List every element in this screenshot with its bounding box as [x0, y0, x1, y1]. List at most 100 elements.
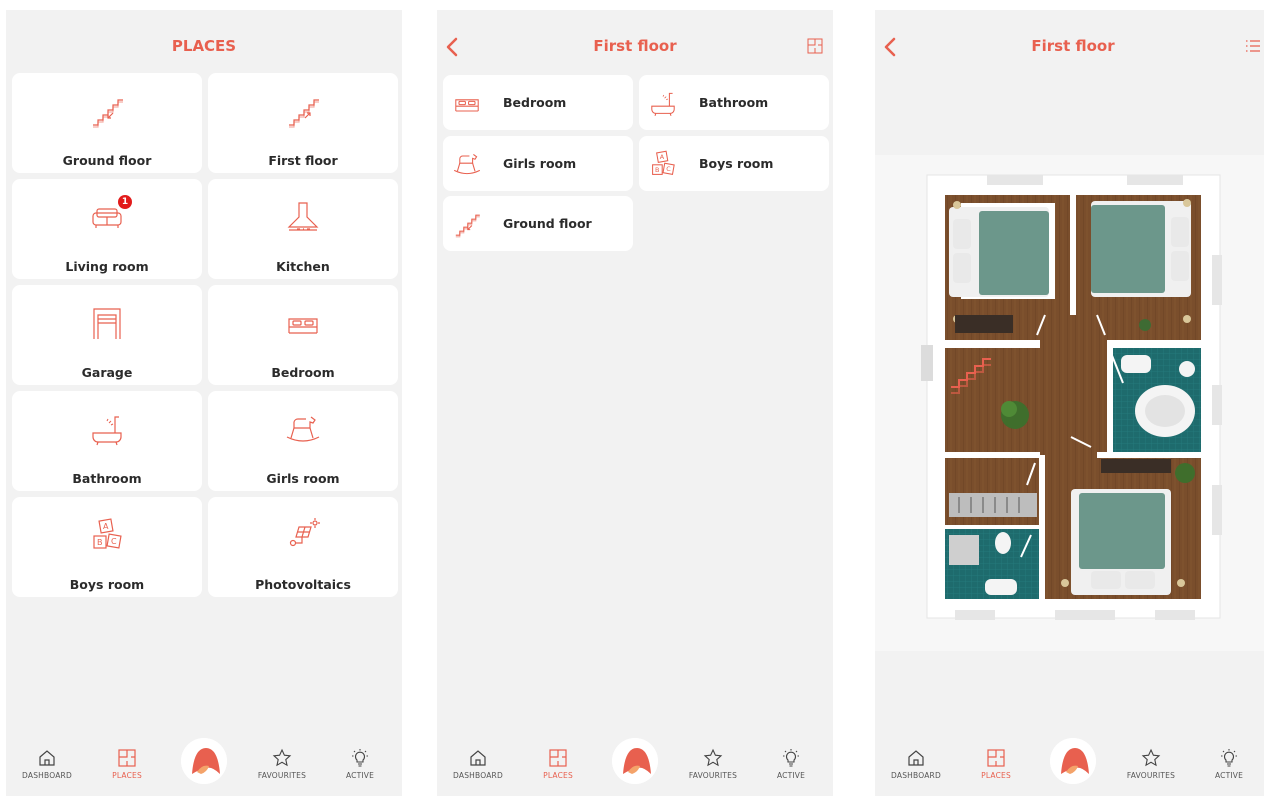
nav-active[interactable]: ACTIVE: [1194, 748, 1264, 780]
star-icon: [272, 748, 292, 767]
nav-favourites[interactable]: FAVOURITES: [247, 748, 317, 780]
star-icon: [1141, 748, 1161, 767]
nav-active[interactable]: ACTIVE: [325, 748, 395, 780]
nav-label: PLACES: [543, 771, 573, 780]
nav-label: FAVOURITES: [257, 771, 307, 780]
home-icon: [470, 750, 486, 766]
nav-label: FAVOURITES: [1126, 771, 1176, 780]
tile-bedroom[interactable]: Bedroom: [208, 285, 398, 385]
nav-favourites[interactable]: FAVOURITES: [1116, 748, 1186, 780]
nav-label: ACTIVE: [776, 771, 806, 780]
home-icon: [908, 750, 924, 766]
nav-favourites[interactable]: FAVOURITES: [678, 748, 748, 780]
tile-label: First floor: [268, 153, 338, 168]
room-label: Girls room: [503, 156, 577, 171]
rocking-horse-icon: [453, 153, 481, 175]
nav-label: DASHBOARD: [22, 771, 72, 780]
notification-badge: 1: [118, 195, 132, 209]
bed-icon: [288, 318, 318, 334]
bottom-nav: DASHBOARD PLACES FAVOURITES ACTIVE: [437, 734, 833, 796]
svg-text:A: A: [103, 522, 109, 531]
nav-places[interactable]: PLACES: [523, 748, 593, 780]
tile-bathroom[interactable]: Bathroom: [12, 391, 202, 491]
stairs-up-icon: [289, 99, 319, 128]
bottom-nav: DASHBOARD PLACES FAVOURITES ACTIVE: [875, 734, 1264, 796]
room-ground-floor[interactable]: Ground floor: [443, 196, 633, 251]
tile-label: Garage: [81, 365, 133, 380]
svg-text:C: C: [666, 165, 671, 173]
abc-blocks-icon: A B C: [652, 150, 675, 175]
tile-kitchen[interactable]: Kitchen: [208, 179, 398, 279]
room-label: Boys room: [699, 156, 774, 171]
list-view-icon[interactable]: [1245, 38, 1261, 54]
tile-girls-room[interactable]: Girls room: [208, 391, 398, 491]
nav-places[interactable]: PLACES: [961, 748, 1031, 780]
stairs-down-icon: [93, 99, 123, 128]
nav-label: DASHBOARD: [453, 771, 503, 780]
svg-text:A: A: [660, 153, 665, 161]
floor-plan-screen: First floor DASHBOARD PLACES FAVOURITES …: [875, 10, 1264, 796]
bulb-icon: [783, 749, 799, 767]
floorplan-view-icon[interactable]: [807, 38, 823, 54]
home-logo-button[interactable]: [1050, 738, 1096, 784]
room-label: Bathroom: [699, 95, 769, 110]
header: First floor: [437, 10, 833, 82]
nav-dashboard[interactable]: DASHBOARD: [12, 748, 82, 780]
solar-panel-icon: [289, 518, 320, 547]
svg-text:B: B: [97, 538, 103, 547]
tile-label: Bathroom: [72, 471, 142, 486]
room-label: Bedroom: [503, 95, 567, 110]
header: First floor: [875, 10, 1264, 82]
floor-plan-area: [875, 155, 1264, 651]
star-icon: [703, 748, 723, 767]
bulb-icon: [1221, 749, 1237, 767]
room-girls-room[interactable]: Girls room: [443, 136, 633, 191]
bed-icon: [455, 99, 479, 112]
tile-garage[interactable]: Garage: [12, 285, 202, 385]
nav-label: FAVOURITES: [688, 771, 738, 780]
floor-plan-image[interactable]: [875, 155, 1264, 651]
range-hood-icon: [287, 202, 319, 231]
abc-blocks-icon: A B C: [93, 518, 122, 549]
nav-places[interactable]: PLACES: [92, 748, 162, 780]
floorplan-icon: [987, 749, 1005, 767]
tile-label: Ground floor: [62, 153, 152, 168]
tile-first-floor[interactable]: First floor: [208, 73, 398, 173]
brand-logo-icon: [181, 738, 227, 784]
nav-dashboard[interactable]: DASHBOARD: [443, 748, 513, 780]
home-logo-button[interactable]: [181, 738, 227, 784]
brand-logo-icon: [612, 738, 658, 784]
bulb-icon: [352, 749, 368, 767]
header: PLACES: [6, 10, 402, 82]
room-bathroom[interactable]: Bathroom: [639, 75, 829, 130]
tile-boys-room[interactable]: A B C Boys room: [12, 497, 202, 597]
home-icon: [39, 750, 55, 766]
home-logo-button[interactable]: [612, 738, 658, 784]
nav-label: PLACES: [112, 771, 142, 780]
room-label: Ground floor: [503, 216, 592, 231]
tile-photovoltaics[interactable]: Photovoltaics: [208, 497, 398, 597]
tile-label: Girls room: [266, 471, 340, 486]
brand-logo-icon: [1050, 738, 1096, 784]
page-title: First floor: [593, 37, 677, 55]
places-screen: PLACES Ground floor First floor 1 Living…: [6, 10, 402, 796]
nav-label: DASHBOARD: [891, 771, 941, 780]
nav-active[interactable]: ACTIVE: [756, 748, 826, 780]
bathtub-icon: [92, 416, 122, 446]
tile-label: Boys room: [69, 577, 145, 592]
room-bedroom[interactable]: Bedroom: [443, 75, 633, 130]
bathtub-icon: [651, 92, 675, 116]
nav-label: ACTIVE: [345, 771, 375, 780]
nav-label: ACTIVE: [1214, 771, 1244, 780]
tile-label: Kitchen: [276, 259, 330, 274]
tile-label: Bedroom: [271, 365, 335, 380]
floorplan-icon: [118, 749, 136, 767]
tile-living-room[interactable]: 1 Living room: [12, 179, 202, 279]
nav-dashboard[interactable]: DASHBOARD: [881, 748, 951, 780]
tile-ground-floor[interactable]: Ground floor: [12, 73, 202, 173]
room-boys-room[interactable]: A B C Boys room: [639, 136, 829, 191]
tile-label: Photovoltaics: [255, 577, 351, 592]
svg-text:C: C: [111, 537, 117, 546]
floor-rooms-screen: First floor Bedroom Bathroom Girls room …: [437, 10, 833, 796]
page-title: First floor: [1031, 37, 1115, 55]
